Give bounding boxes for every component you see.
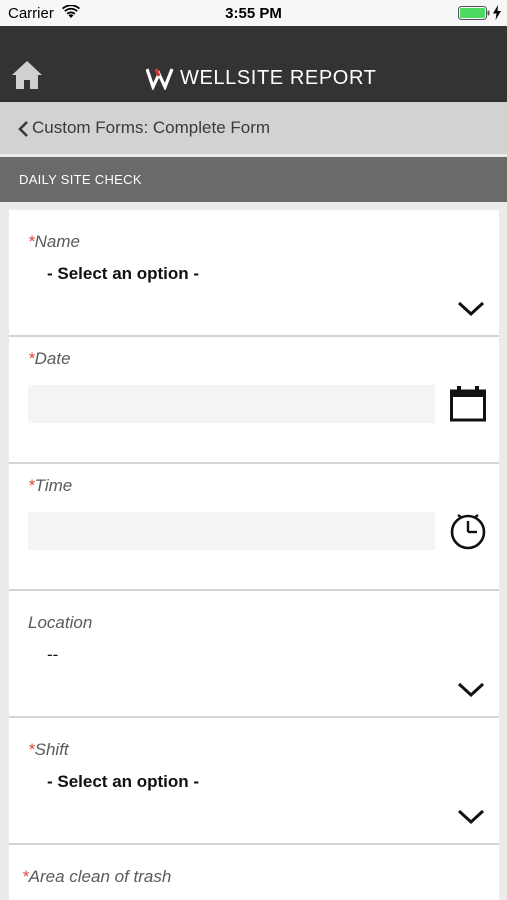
clock-icon[interactable] [449,512,487,550]
required-marker: * [28,349,35,368]
field-label-text: Location [28,613,93,632]
chevron-down-icon[interactable] [457,809,485,825]
field-label: *Area clean of trash [22,867,171,887]
field-label-text: Shift [34,740,69,759]
calendar-icon[interactable] [449,385,487,423]
field-label: *Time [28,476,72,496]
required-marker: * [28,232,35,251]
wellsite-logo-icon [146,68,174,90]
status-bar: Carrier 3:55 PM [0,0,507,26]
status-time: 3:55 PM [225,5,282,22]
field-label: *Name [28,232,80,252]
breadcrumb[interactable]: Custom Forms: Complete Form [0,102,507,154]
field-label-text: Time [34,476,73,495]
custom-form: *Name - Select an option - *Date *Time L… [9,210,499,900]
charging-bolt-icon [493,5,501,20]
form-field-date[interactable]: *Date [9,337,499,464]
section-title: DAILY SITE CHECK [19,172,142,187]
date-input[interactable] [28,385,435,423]
required-marker: * [22,867,29,886]
field-label-text: Area clean of trash [28,867,172,886]
field-label: *Date [28,349,71,369]
chevron-down-icon[interactable] [457,301,485,317]
time-input[interactable] [28,512,435,550]
app-title: WELLSITE REPORT [180,66,377,89]
section-header: DAILY SITE CHECK [0,157,507,202]
breadcrumb-label[interactable]: Custom Forms: Complete Form [32,118,270,138]
app-brand: WELLSITE REPORT [146,64,376,92]
name-select[interactable]: - Select an option - [47,264,199,284]
location-select[interactable]: -- [47,645,58,665]
form-field-area-clean[interactable]: *Area clean of trash [9,845,499,900]
form-field-location[interactable]: Location -- [9,591,499,718]
battery-icon [458,6,490,20]
form-field-name[interactable]: *Name - Select an option - [9,210,499,337]
form-field-shift[interactable]: *Shift - Select an option - [9,718,499,845]
form-field-time[interactable]: *Time [9,464,499,591]
field-label: *Shift [28,740,69,760]
chevron-left-icon[interactable] [17,120,29,138]
app-header: WELLSITE REPORT [0,26,507,102]
chevron-down-icon[interactable] [457,682,485,698]
required-marker: * [28,476,35,495]
required-marker: * [28,740,35,759]
field-label-text: Name [34,232,80,251]
home-icon[interactable] [11,60,43,90]
field-label: Location [28,613,92,633]
shift-select[interactable]: - Select an option - [47,772,199,792]
field-label-text: Date [34,349,71,368]
